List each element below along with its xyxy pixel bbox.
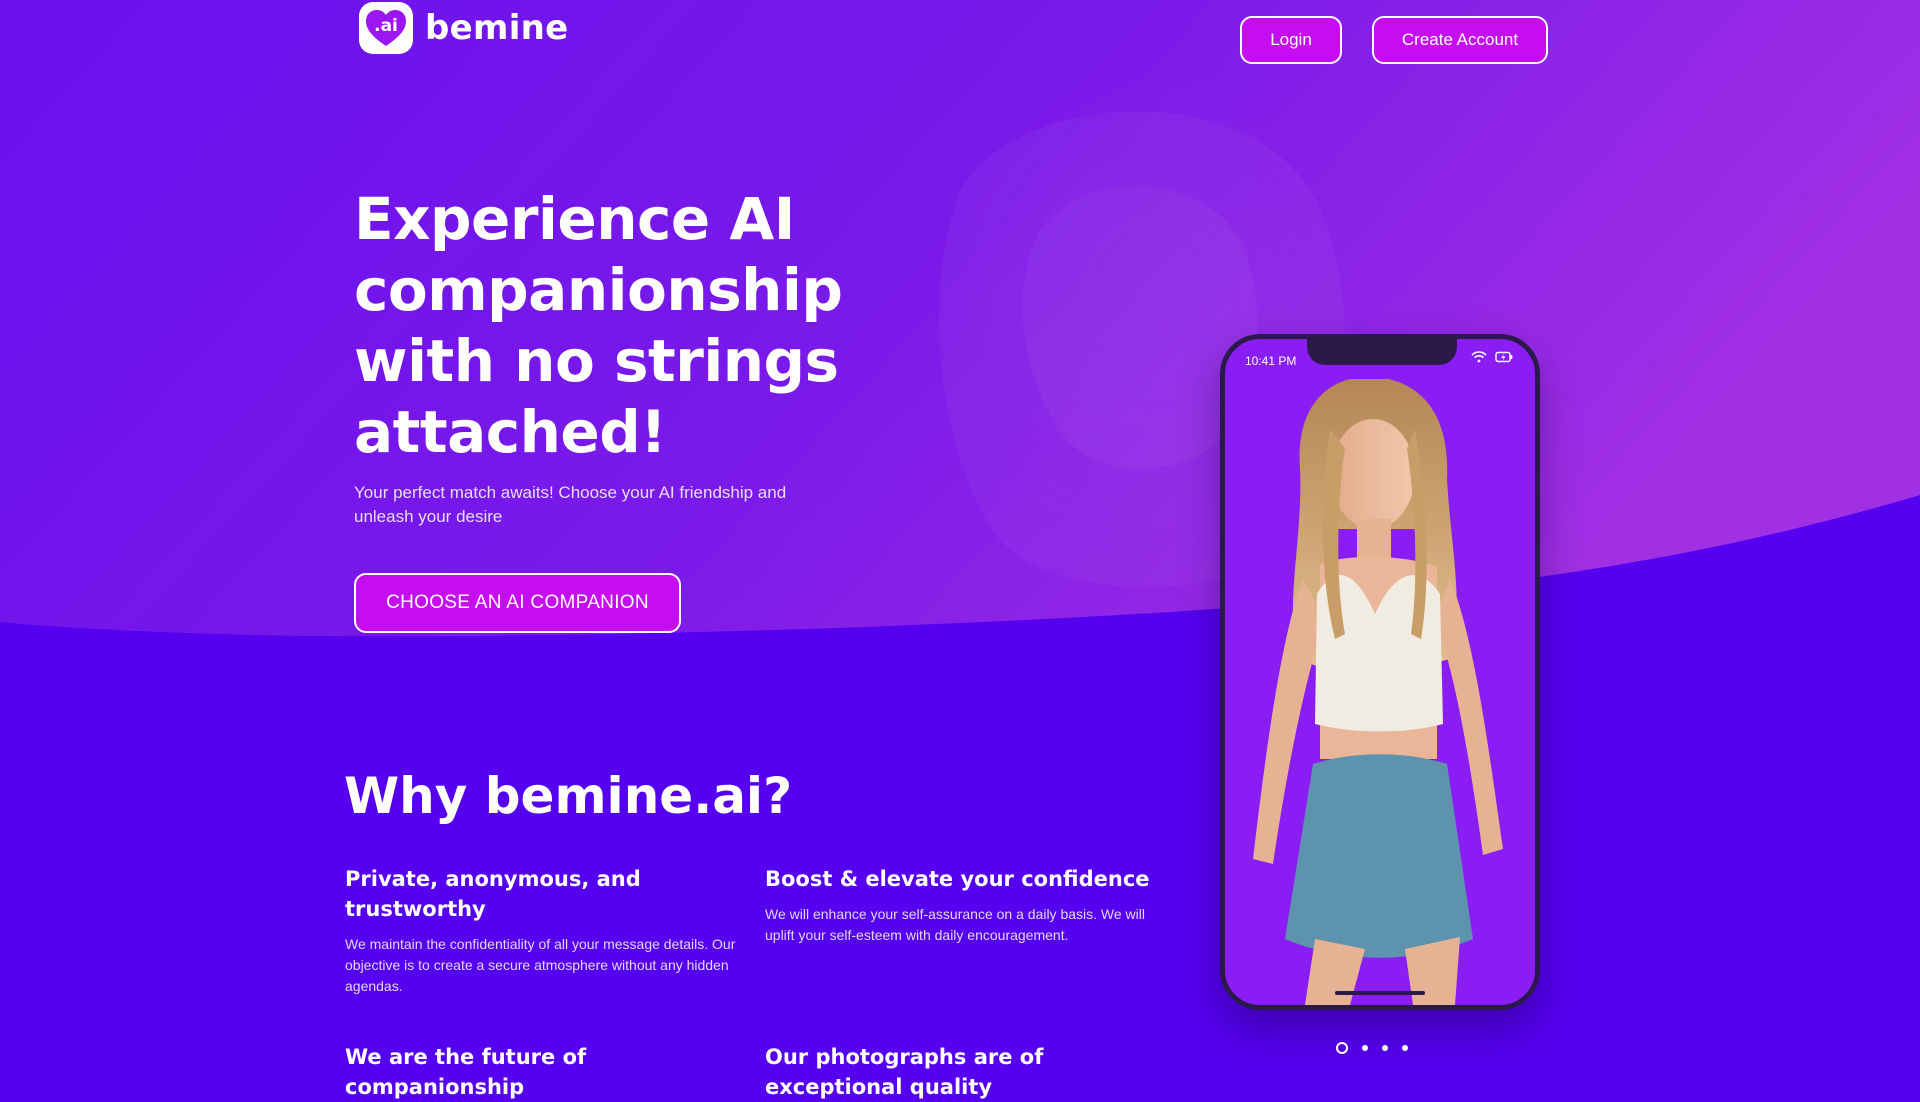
create-account-button[interactable]: Create Account bbox=[1372, 16, 1548, 64]
carousel-dot[interactable] bbox=[1382, 1045, 1388, 1051]
carousel-dot[interactable] bbox=[1362, 1045, 1368, 1051]
wifi-icon bbox=[1471, 351, 1487, 363]
choose-companion-button[interactable]: CHOOSE AN AI COMPANION bbox=[354, 573, 681, 633]
feature-photographs: Our photographs are of exceptional quali… bbox=[765, 1042, 1185, 1102]
phone-mockup: 10:41 PM bbox=[1220, 334, 1540, 1010]
logo-badge-text: .ai bbox=[374, 16, 398, 36]
login-button[interactable]: Login bbox=[1240, 16, 1342, 64]
phone-notch bbox=[1307, 339, 1457, 365]
feature-title: Private, anonymous, and trustworthy bbox=[345, 867, 641, 921]
companion-photo bbox=[1225, 379, 1535, 1005]
feature-text: We will enhance your self-assurance on a… bbox=[765, 906, 1145, 943]
feature-title: Our photographs are of exceptional quali… bbox=[765, 1045, 1044, 1099]
why-section-title: Why bemine.ai? bbox=[344, 767, 793, 825]
feature-future: We are the future of companionship bbox=[345, 1042, 765, 1102]
feature-title: Boost & elevate your confidence bbox=[765, 867, 1150, 891]
battery-charging-icon bbox=[1495, 351, 1513, 363]
hero-subtitle: Your perfect match awaits! Choose your A… bbox=[354, 483, 787, 526]
feature-title: We are the future of companionship bbox=[345, 1045, 587, 1099]
feature-private: Private, anonymous, and trustworthy We m… bbox=[345, 864, 745, 997]
hero-title: Experience AI companionship with no stri… bbox=[354, 185, 843, 466]
carousel-dot[interactable] bbox=[1336, 1042, 1348, 1054]
feature-confidence: Boost & elevate your confidence We will … bbox=[765, 864, 1165, 946]
brand-name: bemine bbox=[425, 8, 569, 48]
carousel-dot[interactable] bbox=[1402, 1045, 1408, 1051]
phone-status-bar bbox=[1471, 351, 1513, 363]
carousel-dots bbox=[1336, 1042, 1408, 1054]
phone-time: 10:41 PM bbox=[1245, 354, 1297, 368]
phone-home-indicator bbox=[1335, 991, 1425, 995]
heart-logo-icon: .ai bbox=[359, 2, 413, 54]
feature-text: We maintain the confidentiality of all y… bbox=[345, 936, 736, 994]
brand-logo[interactable]: .ai bemine bbox=[359, 2, 569, 54]
